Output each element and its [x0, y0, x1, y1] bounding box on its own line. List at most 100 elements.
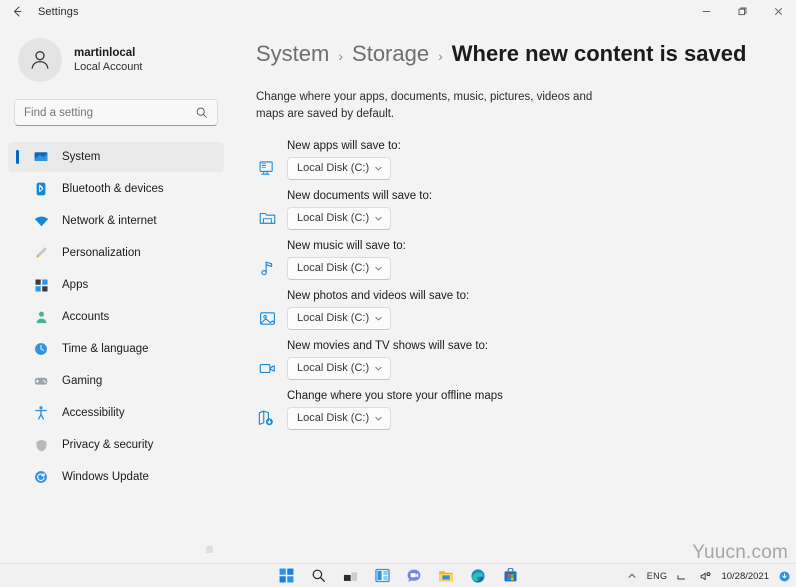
search-input[interactable]	[24, 106, 195, 119]
app-display-icon	[256, 157, 278, 179]
taskbar-icons	[276, 566, 520, 586]
windows-update-icon	[32, 468, 50, 486]
sidebar-item-label: Time & language	[62, 343, 149, 355]
chevron-down-icon	[374, 264, 383, 273]
sidebar-item-network-internet[interactable]: Network & internet	[8, 206, 224, 236]
system-monitor-icon	[32, 148, 50, 166]
task-view-icon	[343, 572, 357, 581]
sidebar-item-system[interactable]: System	[8, 142, 224, 172]
minimize-button[interactable]	[688, 0, 724, 23]
chevron-down-icon	[374, 164, 383, 173]
sidebar-item-windows-update[interactable]: Windows Update	[8, 462, 224, 492]
sidebar-item-personalization[interactable]: Personalization	[8, 238, 224, 268]
page-title: Where new content is saved	[451, 41, 747, 66]
sidebar-item-apps[interactable]: Apps	[8, 270, 224, 300]
widgets-button[interactable]	[372, 566, 392, 586]
apps-grid-icon	[32, 276, 50, 294]
sidebar-item-label: Gaming	[62, 375, 103, 387]
sidebar-item-label: Personalization	[62, 247, 141, 259]
chevron-down-icon	[374, 314, 383, 323]
documents-folder-icon	[256, 207, 278, 229]
file-explorer-icon	[439, 570, 453, 581]
row-new-documents: New documents will save to: Local Disk (…	[256, 190, 776, 230]
chat-button[interactable]	[404, 566, 424, 586]
back-arrow-icon	[13, 6, 21, 17]
sidebar-item-gaming[interactable]: Gaming	[8, 366, 224, 396]
breadcrumb-storage[interactable]: Storage	[352, 41, 429, 67]
sidebar-item-accounts[interactable]: Accounts	[8, 302, 224, 332]
restore-icon	[738, 7, 746, 16]
save-location-rows: New apps will save to: Local Disk (C:) N…	[256, 140, 776, 430]
sidebar-item-accessibility[interactable]: Accessibility	[8, 398, 224, 428]
sidebar-item-label: Windows Update	[62, 471, 149, 483]
documents-location-dropdown[interactable]: Local Disk (C:)	[287, 206, 391, 230]
dropdown-value: Local Disk (C:)	[297, 162, 370, 174]
language-indicator[interactable]: ENG	[647, 571, 668, 581]
music-location-dropdown[interactable]: Local Disk (C:)	[287, 256, 391, 280]
network-wifi-icon	[32, 212, 50, 230]
breadcrumb-system[interactable]: System	[256, 41, 329, 67]
network-icon[interactable]	[675, 569, 690, 584]
volume-muted-icon[interactable]	[698, 569, 713, 584]
store-button[interactable]	[500, 566, 520, 586]
offline-maps-location-dropdown[interactable]: Local Disk (C:)	[287, 406, 391, 430]
chevron-up-icon	[628, 573, 636, 578]
task-view-button[interactable]	[340, 566, 360, 586]
start-button[interactable]	[276, 566, 296, 586]
file-explorer-button[interactable]	[436, 566, 456, 586]
dropdown-value: Local Disk (C:)	[297, 312, 370, 324]
user-profile[interactable]: martinlocal Local Account	[18, 35, 224, 85]
row-label: New photos and videos will save to:	[287, 289, 470, 302]
close-button[interactable]	[760, 0, 796, 23]
avatar	[18, 38, 62, 82]
photo-image-icon	[256, 307, 278, 329]
breadcrumb-separator: ›	[438, 48, 443, 64]
clock[interactable]: 10/28/2021	[721, 571, 769, 582]
row-label: Change where you store your offline maps	[287, 389, 503, 402]
sidebar-item-label: Bluetooth & devices	[62, 183, 164, 195]
row-new-photos-videos: New photos and videos will save to: Loca…	[256, 290, 776, 330]
sidebar-item-label: System	[62, 151, 101, 163]
maximize-button[interactable]	[724, 0, 760, 23]
dropdown-value: Local Disk (C:)	[297, 262, 370, 274]
apps-location-dropdown[interactable]: Local Disk (C:)	[287, 156, 391, 180]
widgets-icon	[374, 568, 390, 583]
close-icon	[774, 7, 782, 16]
window-title: Settings	[38, 5, 79, 18]
row-new-music: New music will save to: Local Disk (C:)	[256, 240, 776, 280]
photos-videos-location-dropdown[interactable]: Local Disk (C:)	[287, 306, 391, 330]
notification-icon[interactable]	[777, 569, 792, 584]
edge-button[interactable]	[468, 566, 488, 586]
sidebar-item-label: Accounts	[62, 311, 110, 323]
gaming-controller-icon	[32, 372, 50, 390]
tray-overflow-button[interactable]	[625, 571, 639, 581]
main-content: System › Storage › Where new content is …	[232, 23, 796, 563]
page-description: Change where your apps, documents, music…	[256, 91, 593, 121]
search-icon	[195, 106, 208, 119]
sidebar-item-bluetooth-devices[interactable]: Bluetooth & devices	[8, 174, 224, 204]
sidebar-scroll-indicator	[206, 546, 213, 553]
sidebar-item-privacy-security[interactable]: Privacy & security	[8, 430, 224, 460]
offline-maps-icon	[256, 407, 278, 429]
search-box[interactable]	[14, 99, 218, 126]
row-new-apps: New apps will save to: Local Disk (C:)	[256, 140, 776, 180]
breadcrumb: System › Storage › Where new content is …	[256, 41, 776, 67]
dropdown-value: Local Disk (C:)	[297, 212, 370, 224]
movies-tv-location-dropdown[interactable]: Local Disk (C:)	[287, 356, 391, 380]
accounts-person-icon	[32, 308, 50, 326]
dropdown-value: Local Disk (C:)	[297, 412, 370, 424]
search-button[interactable]	[308, 566, 328, 586]
row-label: New apps will save to:	[287, 139, 401, 152]
back-button[interactable]	[0, 0, 34, 23]
sidebar-nav: System Bluetooth & devices Network & int…	[8, 142, 224, 492]
row-new-movies-tv: New movies and TV shows will save to: Lo…	[256, 340, 776, 380]
sidebar-item-time-language[interactable]: Time & language	[8, 334, 224, 364]
sidebar-item-label: Network & internet	[62, 215, 157, 227]
row-label: New documents will save to:	[287, 189, 433, 202]
chevron-down-icon	[374, 364, 383, 373]
person-avatar-icon	[31, 50, 49, 69]
microsoft-edge-icon	[471, 568, 485, 583]
minimize-icon	[702, 11, 710, 12]
system-tray: ENG 10/28/2021	[625, 564, 792, 587]
row-label: New movies and TV shows will save to:	[287, 339, 489, 352]
